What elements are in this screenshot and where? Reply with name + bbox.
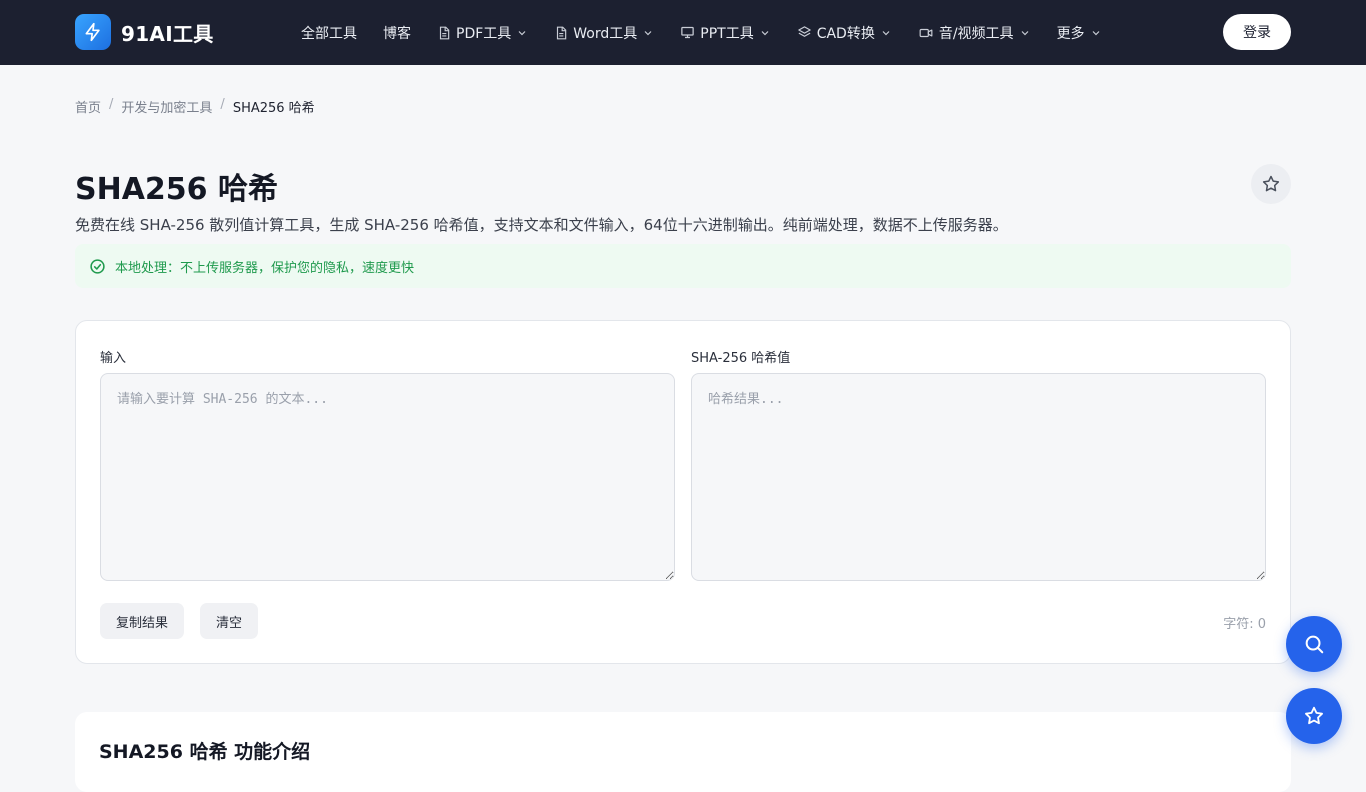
input-label: 输入 xyxy=(100,351,127,366)
nav-item-label: PDF工具 xyxy=(456,25,512,42)
breadcrumb-home[interactable]: 首页 xyxy=(75,97,101,116)
nav-item-cad-convert[interactable]: CAD转换 xyxy=(797,23,892,43)
breadcrumb-current: SHA256 哈希 xyxy=(232,101,315,116)
input-textarea[interactable] xyxy=(100,373,675,581)
nav-item-label: 更多 xyxy=(1056,25,1085,42)
char-count: 字符: 0 xyxy=(1223,617,1266,632)
nav-item-label: 音/视频工具 xyxy=(938,25,1014,42)
search-icon xyxy=(1305,635,1324,654)
star-icon xyxy=(1262,175,1280,192)
file-icon xyxy=(557,26,567,39)
clear-button[interactable]: 清空 xyxy=(200,603,259,639)
nav-item-label: CAD转换 xyxy=(816,25,875,42)
top-navbar: 91AI工具 全部工具 博客 PDF工具 Word工具 PPT工具 CAD转换 xyxy=(0,0,1366,65)
nav-item-label: 博客 xyxy=(383,25,411,42)
nav-item-label: Word工具 xyxy=(573,25,638,42)
search-fab[interactable] xyxy=(1286,616,1342,672)
main-nav: 全部工具 博客 PDF工具 Word工具 PPT工具 CAD转换 音/视频工具 xyxy=(301,0,1128,65)
copy-result-button[interactable]: 复制结果 xyxy=(100,603,185,639)
layers-icon xyxy=(797,26,811,37)
star-icon xyxy=(1305,706,1323,725)
nav-item-label: PPT工具 xyxy=(700,25,754,42)
favorite-fab[interactable] xyxy=(1286,688,1342,744)
page-title: SHA256 哈希 xyxy=(75,172,278,207)
chevron-down-icon xyxy=(761,30,769,35)
breadcrumb: 首页 / 开发与加密工具 / SHA256 哈希 xyxy=(75,97,315,116)
favorite-button[interactable] xyxy=(1251,164,1291,204)
intro-title: SHA256 哈希 功能介绍 xyxy=(99,741,311,763)
file-icon xyxy=(439,26,450,39)
output-label: SHA-256 哈希值 xyxy=(691,351,791,366)
nav-item-ppt-tools[interactable]: PPT工具 xyxy=(680,23,770,43)
intro-card: SHA256 哈希 功能介绍 xyxy=(75,712,1291,792)
login-button[interactable]: 登录 xyxy=(1223,14,1291,50)
nav-item-blog[interactable]: 博客 xyxy=(383,23,411,43)
output-textarea[interactable] xyxy=(691,373,1266,581)
nav-item-all-tools[interactable]: 全部工具 xyxy=(301,23,357,43)
chevron-down-icon xyxy=(1092,30,1099,35)
page-description: 免费在线 SHA-256 散列值计算工具，生成 SHA-256 哈希值，支持文本… xyxy=(75,216,1008,234)
chevron-down-icon xyxy=(644,30,652,35)
video-icon xyxy=(919,28,933,37)
chevron-down-icon xyxy=(518,30,526,35)
hash-tool-card: 输入 SHA-256 哈希值 复制结果 清空 字符: 0 xyxy=(75,320,1291,664)
chevron-down-icon xyxy=(882,30,890,35)
presentation-icon xyxy=(681,26,695,39)
nav-item-label: 全部工具 xyxy=(301,25,357,42)
nav-item-word-tools[interactable]: Word工具 xyxy=(554,23,654,43)
nav-item-pdf-tools[interactable]: PDF工具 xyxy=(437,23,528,43)
logo-icon[interactable] xyxy=(75,14,111,50)
breadcrumb-separator: / xyxy=(109,97,114,112)
breadcrumb-category[interactable]: 开发与加密工具 xyxy=(121,97,212,116)
notice-text: 本地处理：不上传服务器，保护您的隐私，速度更快 xyxy=(115,260,415,276)
breadcrumb-separator: / xyxy=(220,97,225,112)
brand-name[interactable]: 91AI工具 xyxy=(121,18,214,47)
nav-item-more[interactable]: 更多 xyxy=(1057,23,1102,43)
check-circle-icon xyxy=(90,258,105,274)
nav-item-av-tools[interactable]: 音/视频工具 xyxy=(918,23,1031,43)
privacy-notice: 本地处理：不上传服务器，保护您的隐私，速度更快 xyxy=(75,244,1291,288)
chevron-down-icon xyxy=(1021,30,1028,35)
